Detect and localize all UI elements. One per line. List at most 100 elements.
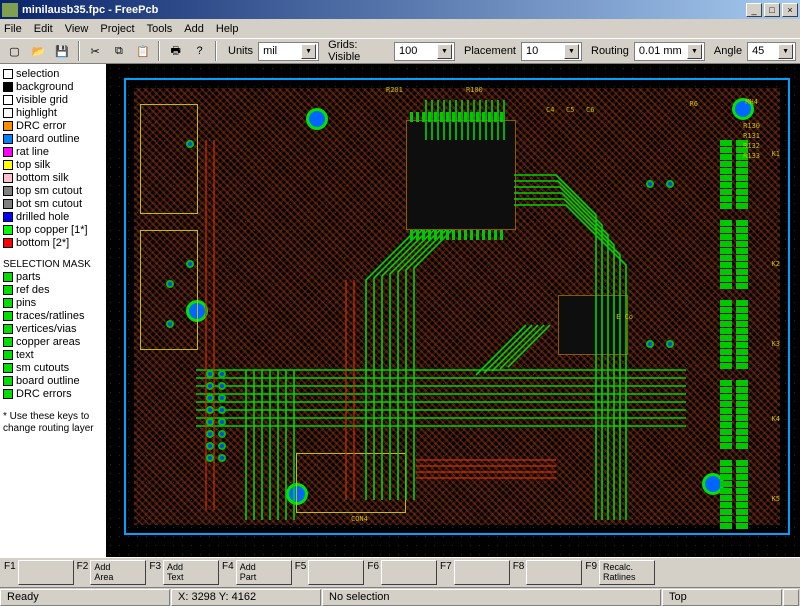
legend-item[interactable]: drilled hole [3, 211, 103, 224]
pad [720, 154, 732, 160]
pad [476, 230, 479, 240]
mask-item[interactable]: board outline [3, 375, 103, 388]
pad [434, 112, 437, 122]
mask-item[interactable]: parts [3, 271, 103, 284]
pad [720, 182, 732, 188]
cut-icon[interactable]: ✂ [85, 41, 106, 62]
pcb-canvas[interactable]: R201 R100 C4 C5 C6 R6 MH4 R130 R131 R132… [106, 64, 800, 557]
menu-view[interactable]: View [65, 23, 89, 35]
placement-combo[interactable]: 10▼ [521, 42, 582, 61]
legend-item[interactable]: board outline [3, 133, 103, 146]
close-button[interactable]: × [782, 3, 798, 17]
fkey-button[interactable]: AddArea [90, 560, 146, 585]
legend-item[interactable]: highlight [3, 107, 103, 120]
fkey-button[interactable] [308, 560, 364, 585]
fkey-button[interactable]: AddPart [236, 560, 292, 585]
chevron-down-icon: ▼ [564, 44, 579, 59]
ref-des: R130 [743, 122, 760, 130]
legend-item[interactable]: background [3, 81, 103, 94]
pad [720, 380, 732, 386]
via [218, 418, 226, 426]
mask-item[interactable]: vertices/vias [3, 323, 103, 336]
legend-item[interactable]: DRC error [3, 120, 103, 133]
pad [428, 112, 431, 122]
pad [720, 220, 732, 226]
via [218, 442, 226, 450]
mask-item[interactable]: pins [3, 297, 103, 310]
fkey-button[interactable]: Recalc.Ratlines [599, 560, 655, 585]
mask-item[interactable]: ref des [3, 284, 103, 297]
open-file-icon[interactable]: 📂 [28, 41, 49, 62]
maximize-button[interactable]: □ [764, 3, 780, 17]
pad [720, 140, 732, 146]
angle-combo[interactable]: 45▼ [747, 42, 796, 61]
pad [720, 234, 732, 240]
legend-item[interactable]: top sm cutout [3, 185, 103, 198]
grids-combo[interactable]: 100▼ [394, 42, 455, 61]
pad [736, 182, 748, 188]
menu-help[interactable]: Help [216, 23, 239, 35]
legend-item[interactable]: visible grid [3, 94, 103, 107]
menu-project[interactable]: Project [100, 23, 134, 35]
pad [720, 516, 732, 522]
via [206, 454, 214, 462]
menu-edit[interactable]: Edit [34, 23, 53, 35]
pad [720, 488, 732, 494]
menu-tools[interactable]: Tools [147, 23, 173, 35]
legend-item[interactable]: top silk [3, 159, 103, 172]
via [206, 418, 214, 426]
menu-add[interactable]: Add [184, 23, 204, 35]
units-combo[interactable]: mil▼ [258, 42, 319, 61]
minimize-button[interactable]: _ [746, 3, 762, 17]
placement-label: Placement [464, 45, 516, 57]
pad [434, 230, 437, 240]
legend-item[interactable]: bottom silk [3, 172, 103, 185]
legend-item[interactable]: top copper [1*] [3, 224, 103, 237]
fkey-button[interactable]: AddText [163, 560, 219, 585]
legend-item[interactable]: rat line [3, 146, 103, 159]
save-file-icon[interactable]: 💾 [52, 41, 73, 62]
pad [736, 161, 748, 167]
fkey-label: F4 [222, 560, 234, 572]
help-icon[interactable]: ? [189, 41, 210, 62]
mask-item[interactable]: text [3, 349, 103, 362]
pad [720, 401, 732, 407]
legend-item[interactable]: bottom [2*] [3, 237, 103, 250]
pad [440, 230, 443, 240]
function-key-bar: F1F2AddAreaF3AddTextF4AddPartF5F6F7F8F9R… [0, 557, 800, 587]
ref-des: K4 [772, 415, 780, 423]
pad [720, 161, 732, 167]
resize-grip[interactable] [783, 589, 799, 606]
paste-icon[interactable]: 📋 [132, 41, 153, 62]
mask-item[interactable]: DRC errors [3, 388, 103, 401]
new-file-icon[interactable]: ▢ [4, 41, 25, 62]
legend-item[interactable]: selection [3, 68, 103, 81]
mask-item[interactable]: copper areas [3, 336, 103, 349]
pad [416, 112, 419, 122]
pad [720, 415, 732, 421]
fkey-button[interactable] [526, 560, 582, 585]
pad [482, 230, 485, 240]
mask-item[interactable]: traces/ratlines [3, 310, 103, 323]
fkey-button[interactable] [381, 560, 437, 585]
status-ready: Ready [0, 589, 170, 606]
pad [720, 502, 732, 508]
pad [736, 422, 748, 428]
print-icon[interactable]: 🖶 [165, 41, 186, 62]
via [166, 320, 174, 328]
fkey-button[interactable] [454, 560, 510, 585]
pad [482, 112, 485, 122]
fkey-button[interactable] [18, 560, 74, 585]
menu-file[interactable]: File [4, 23, 22, 35]
via [666, 340, 674, 348]
legend-item[interactable]: bot sm cutout [3, 198, 103, 211]
via [218, 394, 226, 402]
mask-item[interactable]: sm cutouts [3, 362, 103, 375]
pad [458, 230, 461, 240]
copy-icon[interactable]: ⧉ [109, 41, 130, 62]
ref-des: C4 [546, 106, 554, 114]
via [166, 280, 174, 288]
pad [720, 175, 732, 181]
pad [440, 112, 443, 122]
routing-combo[interactable]: 0.01 mm▼ [634, 42, 705, 61]
